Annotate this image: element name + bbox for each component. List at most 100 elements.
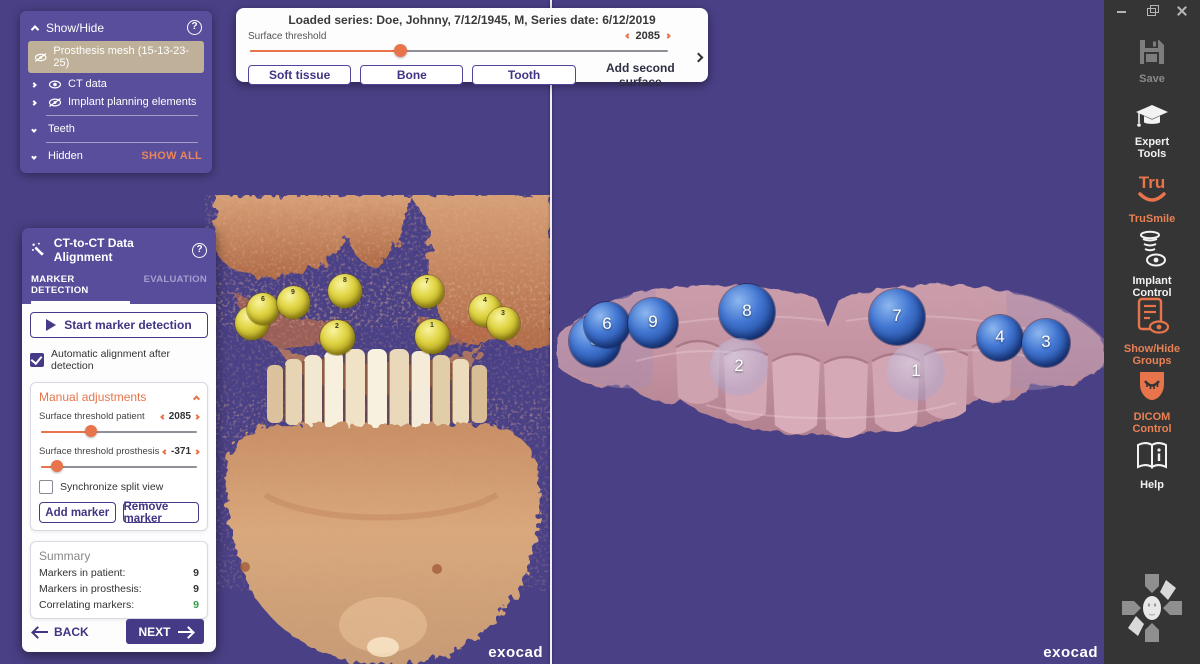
- summary-row: Correlating markers: 9: [39, 599, 199, 611]
- marker-number: 7: [411, 278, 444, 285]
- yellow-marker[interactable]: 1: [415, 319, 450, 354]
- increment-icon[interactable]: [665, 33, 671, 39]
- yellow-marker[interactable]: 7: [411, 275, 444, 308]
- minimize-button[interactable]: [1116, 5, 1128, 17]
- prosthesis-threshold-value[interactable]: -371: [171, 446, 191, 457]
- remove-marker-button[interactable]: Remove marker: [123, 502, 200, 523]
- add-marker-button[interactable]: Add marker: [39, 502, 116, 523]
- surface-threshold-slider[interactable]: [248, 44, 670, 58]
- collapse-icon[interactable]: [31, 127, 37, 133]
- eye-off-icon[interactable]: [48, 97, 62, 108]
- sidebar-item-teeth[interactable]: Teeth: [28, 120, 204, 138]
- patient-threshold-value[interactable]: 2085: [169, 411, 191, 422]
- markers-in-prosthesis-count: 9: [193, 583, 199, 595]
- yellow-marker[interactable]: 8: [328, 274, 362, 308]
- marker-number: 6: [584, 314, 630, 334]
- checkbox-unchecked-icon[interactable]: [39, 480, 53, 494]
- prosthesis-threshold-label: Surface threshold prosthesis: [39, 446, 159, 457]
- decrement-icon[interactable]: [162, 449, 168, 455]
- view-orientation-widget[interactable]: [1104, 568, 1200, 648]
- prosthesis-threshold-slider[interactable]: [39, 460, 199, 474]
- yellow-marker[interactable]: 9: [277, 286, 310, 319]
- tab-evaluation[interactable]: EVALUATION: [144, 274, 207, 304]
- auto-align-checkbox-row[interactable]: Automatic alignment after detection: [30, 348, 208, 372]
- marker-number: 4: [977, 327, 1023, 347]
- split-view-divider[interactable]: [550, 0, 552, 664]
- sidebar-item-ct-data[interactable]: CT data: [28, 75, 204, 93]
- help-icon[interactable]: [192, 243, 207, 258]
- divider: [46, 115, 198, 116]
- prosthesis-render[interactable]: [556, 275, 1104, 445]
- save-button[interactable]: Save: [1104, 36, 1200, 85]
- yellow-marker[interactable]: 3: [487, 307, 520, 340]
- patient-threshold-slider[interactable]: [39, 425, 199, 439]
- tooth-button[interactable]: Tooth: [472, 65, 575, 85]
- decrement-icon[interactable]: [160, 414, 166, 420]
- blue-marker[interactable]: 6: [584, 302, 630, 348]
- dicom-control-button[interactable]: DICOM Control: [1104, 368, 1200, 435]
- checkbox-checked-icon[interactable]: [30, 353, 44, 367]
- blue-marker[interactable]: 3: [1022, 319, 1070, 367]
- marker-number: 6: [247, 296, 279, 303]
- blue-marker[interactable]: 7: [869, 289, 925, 345]
- eye-off-icon: [34, 52, 47, 63]
- item-label: Implant planning elements: [68, 96, 196, 108]
- slider-handle[interactable]: [394, 44, 407, 57]
- add-second-surface-button[interactable]: Add second surface: [585, 61, 696, 89]
- show-all-button[interactable]: SHOW ALL: [141, 150, 202, 162]
- slider-handle[interactable]: [85, 425, 97, 437]
- collapse-icon[interactable]: [31, 25, 39, 33]
- correlating-markers-count: 9: [193, 599, 199, 611]
- yellow-marker[interactable]: 2: [320, 320, 355, 355]
- bone-button[interactable]: Bone: [360, 65, 463, 85]
- sidebar-item-hidden[interactable]: Hidden SHOW ALL: [28, 147, 204, 165]
- yellow-marker[interactable]: 6: [247, 293, 279, 325]
- expand-card-icon[interactable]: [695, 48, 702, 66]
- auto-align-label: Automatic alignment after detection: [51, 348, 208, 372]
- marker-number: 2: [320, 323, 355, 330]
- increment-icon[interactable]: [194, 414, 200, 420]
- show-hide-groups-button[interactable]: Show/Hide Groups: [1104, 296, 1200, 367]
- decrement-icon[interactable]: [625, 33, 631, 39]
- show-hide-panel: Show/Hide Prosthesis mesh (15-13-23-25) …: [20, 11, 212, 173]
- sync-split-view-label: Synchronize split view: [60, 481, 163, 493]
- collapse-icon[interactable]: [193, 395, 200, 402]
- patient-ct-render[interactable]: [205, 195, 552, 664]
- next-button[interactable]: NEXT: [126, 619, 204, 644]
- exocad-watermark-right: exocad: [1034, 644, 1098, 661]
- patient-threshold-label: Surface threshold patient: [39, 411, 145, 422]
- help-button[interactable]: Help: [1104, 440, 1200, 491]
- orientation-head-icon: [1118, 568, 1186, 648]
- blue-marker[interactable]: 2: [710, 338, 768, 396]
- slider-handle[interactable]: [51, 460, 63, 472]
- expand-icon[interactable]: [31, 82, 37, 88]
- sync-split-view-row[interactable]: Synchronize split view: [39, 480, 199, 494]
- restore-button[interactable]: [1146, 5, 1158, 17]
- implant-control-button[interactable]: Implant Control: [1104, 230, 1200, 299]
- groups-list-eye-icon: [1134, 296, 1170, 338]
- collapse-icon[interactable]: [31, 154, 37, 160]
- blue-marker[interactable]: 9: [628, 298, 678, 348]
- divider: [46, 142, 198, 143]
- increment-icon[interactable]: [194, 449, 200, 455]
- trusmile-button[interactable]: Tru TruSmile: [1104, 170, 1200, 225]
- blue-marker[interactable]: 4: [977, 315, 1023, 361]
- back-button[interactable]: BACK: [34, 625, 89, 639]
- help-icon[interactable]: [187, 20, 202, 35]
- blue-marker[interactable]: 8: [719, 284, 775, 340]
- marker-number: 9: [277, 289, 310, 296]
- soft-tissue-button[interactable]: Soft tissue: [248, 65, 351, 85]
- blue-marker[interactable]: 1: [887, 343, 945, 401]
- sidebar-item-implant-planning[interactable]: Implant planning elements: [28, 93, 204, 111]
- start-marker-detection-button[interactable]: Start marker detection: [30, 312, 208, 338]
- surface-threshold-value[interactable]: 2085: [636, 30, 660, 42]
- expand-icon[interactable]: [31, 100, 37, 106]
- eye-icon[interactable]: [48, 79, 62, 90]
- close-button[interactable]: [1176, 5, 1188, 17]
- marker-number: 2: [710, 356, 768, 376]
- expert-tools-button[interactable]: Expert Tools: [1104, 103, 1200, 160]
- summary-group: Summary Markers in patient: 9 Markers in…: [30, 541, 208, 619]
- sidebar-item-prosthesis-mesh[interactable]: Prosthesis mesh (15-13-23-25): [28, 41, 204, 73]
- tab-marker-detection[interactable]: MARKER DETECTION: [31, 274, 130, 304]
- marker-number: 4: [469, 297, 502, 304]
